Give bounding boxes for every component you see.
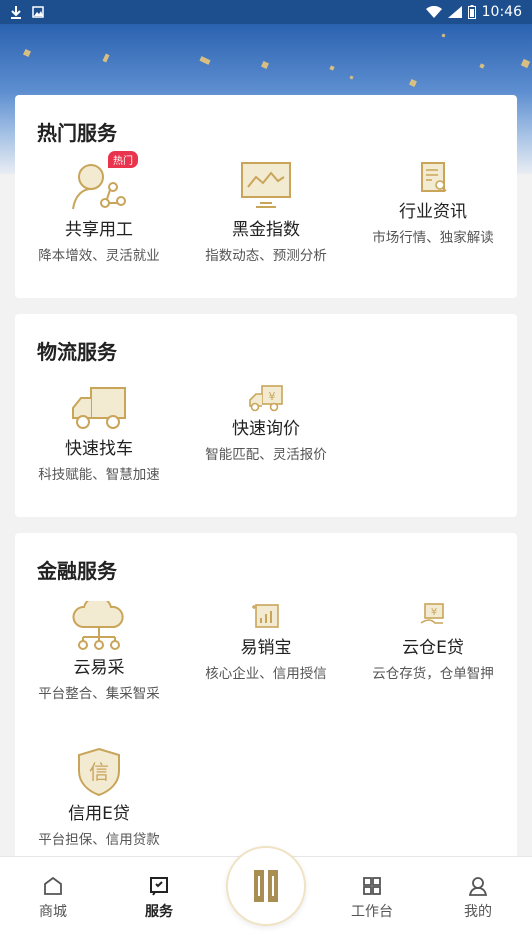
service-desc: 降本增效、灵活就业 [38,248,160,264]
tab-profile[interactable]: 我的 [438,875,518,921]
svg-text:信: 信 [89,760,109,784]
service-name: 信用E贷 [68,804,130,824]
service-quick-quote[interactable]: ¥ 快速询价 智能匹配、灵活报价 [182,384,350,464]
service-desc: 指数动态、预测分析 [205,248,327,264]
finance-services-card: 金融服务 云易采 平台整合、集采智采 易销宝 核心企业、信用授信 ¥ 云仓E贷 … [15,533,517,863]
status-bar: 10:46 [0,0,532,24]
logistics-services-card: 物流服务 快速找车 科技赋能、智慧加速 ¥ 快速询价 智能匹配、灵活报价 [15,314,517,517]
truck-price-icon: ¥ [249,385,283,412]
shop-icon [44,876,62,895]
service-desc: 市场行情、独家解读 [372,230,494,246]
service-desc: 核心企业、信用授信 [205,666,327,682]
service-black-gold-index[interactable]: 黑金指数 指数动态、预测分析 [182,157,350,265]
service-name: 快速找车 [65,439,133,459]
service-desc: 智能匹配、灵活报价 [205,447,327,463]
service-industry-news[interactable]: 行业资讯 市场行情、独家解读 [349,157,517,247]
index-chart-icon [241,162,291,208]
hot-badge: 热门 [108,151,138,168]
tab-label: 服务 [145,904,173,920]
download-icon [11,6,21,19]
brand-logo-icon [254,870,278,902]
tab-label: 我的 [464,904,492,920]
section-title: 金融服务 [37,559,117,583]
service-credit-loan[interactable]: 信 信用E贷 平台担保、信用贷款 [15,747,183,849]
section-title: 物流服务 [37,340,117,364]
service-name: 黑金指数 [232,220,300,240]
service-desc: 平台担保、信用贷款 [38,832,160,848]
profile-icon [468,877,488,896]
service-name: 云易采 [73,658,125,678]
service-name: 共享用工 [65,220,133,240]
hot-services-card: 热门服务 热门 共享用工 降本增效、灵活就业 黑金指数 指数动态、预测分析 行业… [15,95,517,298]
workbench-icon [363,877,381,895]
section-title: 热门服务 [37,121,117,145]
tab-label: 工作台 [351,904,393,920]
tab-label: 商城 [39,904,67,920]
service-cloud-warehouse-loan[interactable]: ¥ 云仓E贷 云仓存货，仓单智押 [349,601,517,683]
service-shared-labor[interactable]: 热门 共享用工 降本增效、灵活就业 [15,151,183,265]
image-icon [32,6,44,18]
status-time: 10:46 [481,4,522,20]
service-find-truck[interactable]: 快速找车 科技赋能、智慧加速 [15,384,183,484]
svg-text:¥: ¥ [431,607,437,618]
tab-service[interactable]: 服务 [119,875,199,921]
service-desc: 云仓存货，仓单智押 [372,666,494,682]
service-desc: 平台整合、集采智采 [38,686,160,702]
service-icon [150,877,168,896]
battery-icon [467,5,476,19]
tab-shop[interactable]: 商城 [13,875,93,921]
wifi-icon [425,6,442,18]
center-home-button[interactable] [226,846,306,926]
warehouse-loan-icon: ¥ [420,603,444,624]
signal-icon [447,6,462,18]
truck-icon [72,387,126,429]
service-yun-yi-cai[interactable]: 云易采 平台整合、集采智采 [15,601,183,703]
service-name: 云仓E贷 [402,638,464,658]
service-name: 快速询价 [232,419,300,439]
news-document-icon [421,162,447,192]
credit-shield-icon: 信 [78,747,120,797]
cloud-network-icon [72,601,124,650]
sales-chart-icon [252,604,279,628]
service-name: 行业资讯 [399,202,467,222]
service-desc: 科技赋能、智慧加速 [38,467,160,483]
svg-text:¥: ¥ [269,390,276,403]
tab-workbench[interactable]: 工作台 [332,875,412,921]
service-yi-xiao-bao[interactable]: 易销宝 核心企业、信用授信 [182,601,350,683]
service-name: 易销宝 [240,638,292,658]
